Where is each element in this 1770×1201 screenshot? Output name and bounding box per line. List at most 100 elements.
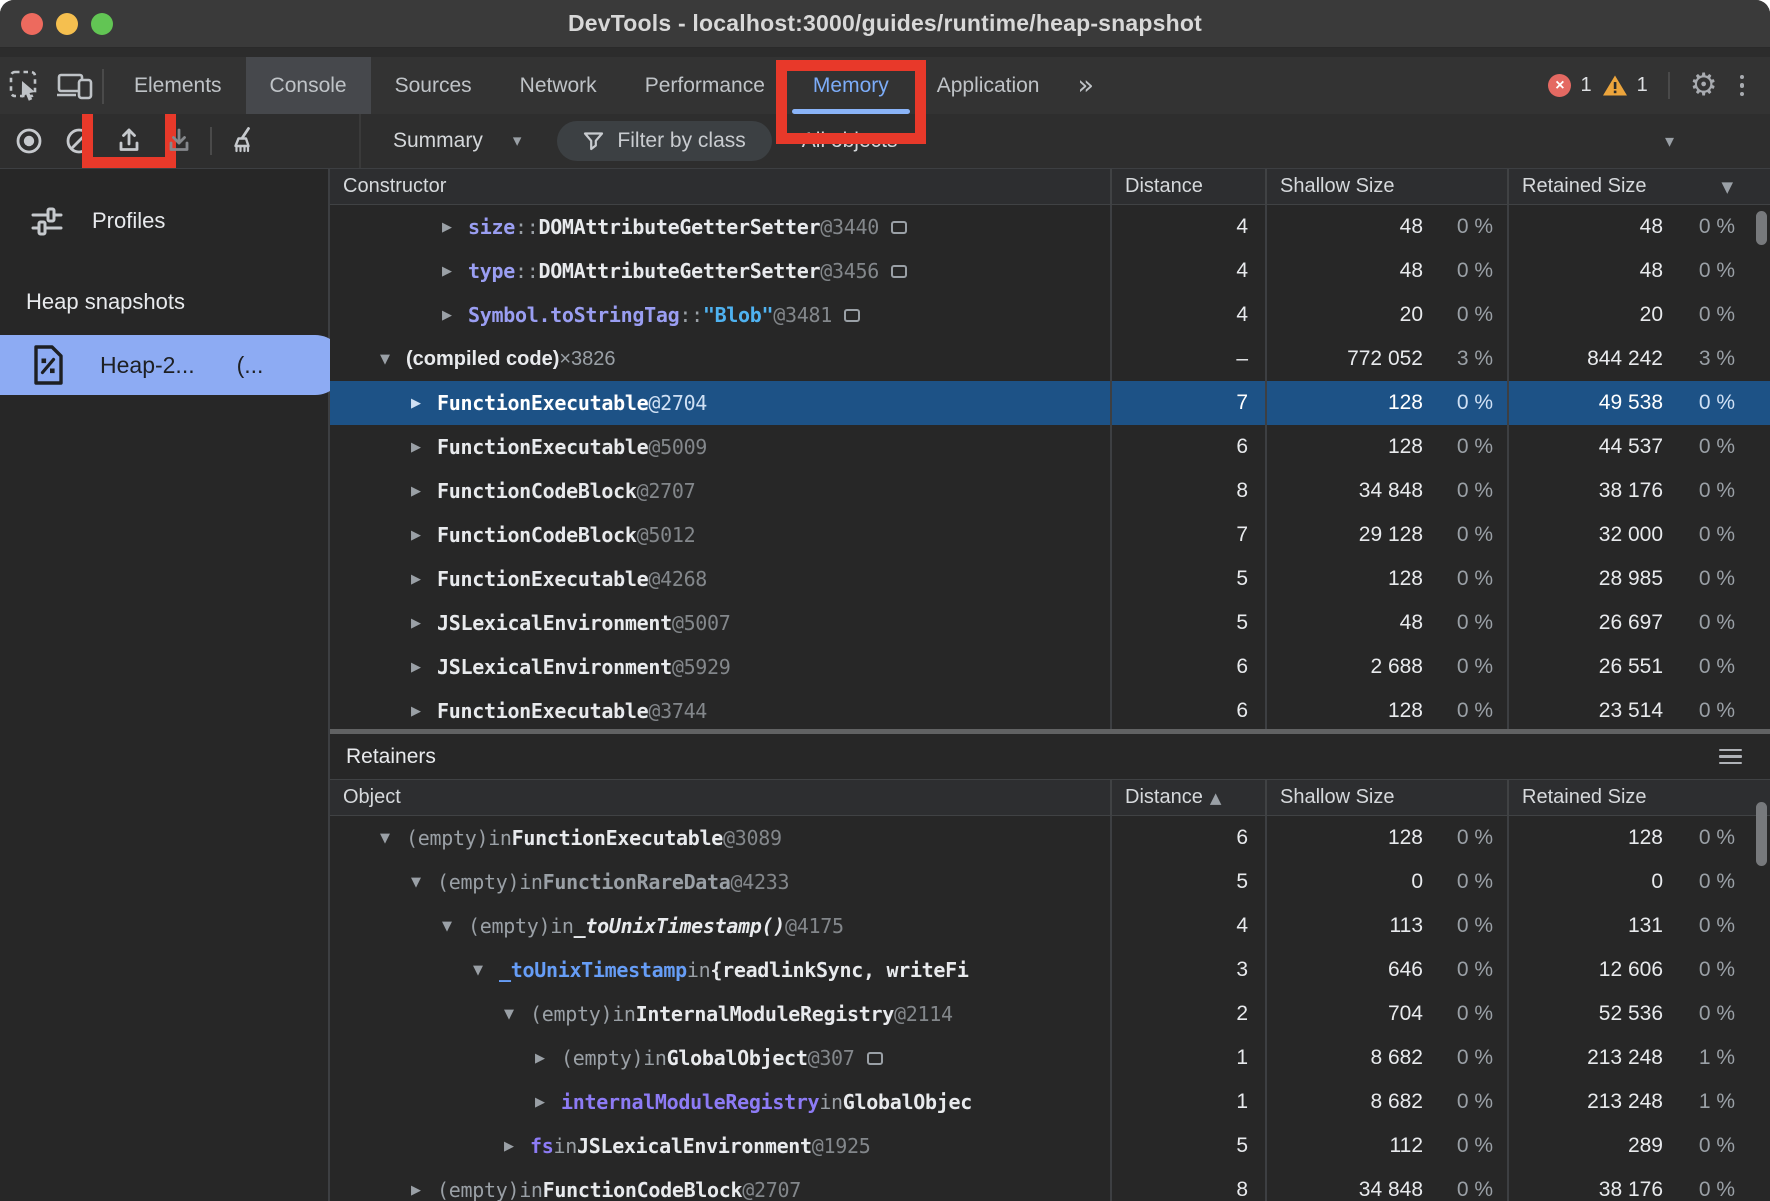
column-header-distance[interactable]: Distance▲ [1110, 780, 1265, 815]
collapse-arrow-icon[interactable]: ▶ [411, 396, 437, 411]
row-name-cell: ▶FunctionExecutable @5009 [330, 425, 1110, 469]
panel-chevron-down-icon[interactable]: ▾ [1665, 131, 1674, 152]
retainer-row[interactable]: ▼_toUnixTimestamp in {readlinkSync, writ… [330, 948, 1770, 992]
collapse-arrow-icon[interactable]: ▶ [411, 616, 437, 631]
name-segment: @3089 [723, 826, 782, 850]
tab-application[interactable]: Application [913, 57, 1064, 114]
constructor-row[interactable]: ▶JSLexicalEnvironment @592962 6880 %26 5… [330, 645, 1770, 689]
collapse-arrow-icon[interactable]: ▶ [411, 660, 437, 675]
class-filter-input[interactable]: Filter by class [557, 121, 771, 161]
constructor-row[interactable]: ▶FunctionCodeBlock @2707834 8480 %38 176… [330, 469, 1770, 513]
more-tabs-button[interactable]: » [1063, 57, 1108, 114]
collapse-arrow-icon[interactable]: ▶ [411, 704, 437, 719]
heap-snapshot-item-selected[interactable]: Heap-2... (... [0, 335, 345, 395]
warning-badge[interactable]: 1 [1602, 74, 1648, 97]
customize-devtools-button[interactable] [1728, 75, 1757, 97]
reveal-object-icon[interactable] [891, 221, 907, 234]
clear-profiles-button[interactable] [54, 118, 104, 164]
name-segment: in [687, 958, 710, 982]
retainer-row[interactable]: ▶fs in JSLexicalEnvironment @192551120 %… [330, 1124, 1770, 1168]
load-profile-button[interactable] [104, 118, 154, 164]
column-header-distance[interactable]: Distance [1110, 169, 1265, 204]
collapse-arrow-icon[interactable]: ▶ [411, 528, 437, 543]
heap-snapshot-item-label: Heap-2... [100, 352, 195, 379]
hamburger-menu-icon[interactable] [1719, 749, 1742, 765]
size-value: 128 [1267, 826, 1423, 850]
expand-arrow-icon[interactable]: ▼ [473, 963, 499, 978]
row-name-cell: ▶FunctionExecutable @3744 [330, 689, 1110, 729]
inspect-element-button[interactable] [0, 57, 50, 114]
reveal-object-icon[interactable] [867, 1052, 883, 1065]
tab-memory[interactable]: Memory [789, 57, 913, 114]
expand-arrow-icon[interactable]: ▼ [380, 831, 406, 846]
retainer-row[interactable]: ▶(empty) in GlobalObject @30718 6820 %21… [330, 1036, 1770, 1080]
constructor-row[interactable]: ▶FunctionExecutable @270471280 %49 5380 … [330, 381, 1770, 425]
size-percent: 1 % [1663, 1090, 1753, 1114]
tab-sources[interactable]: Sources [371, 57, 496, 114]
column-header-retained-size[interactable]: Retained Size▼ [1507, 169, 1753, 204]
settings-button[interactable]: ⚙ [1690, 70, 1718, 101]
scrollbar-thumb[interactable] [1756, 211, 1767, 245]
shallow-size-cell: 34 8480 % [1265, 469, 1507, 513]
collapse-arrow-icon[interactable]: ▶ [535, 1095, 561, 1110]
column-header-shallow-size[interactable]: Shallow Size [1265, 169, 1507, 204]
constructor-row[interactable]: ▶FunctionExecutable @374461280 %23 5140 … [330, 689, 1770, 729]
retainer-row[interactable]: ▶(empty) in FunctionCodeBlock @2707834 8… [330, 1168, 1770, 1201]
reveal-object-icon[interactable] [844, 309, 860, 322]
collapse-arrow-icon[interactable]: ▶ [504, 1139, 530, 1154]
constructor-row[interactable]: ▶FunctionExecutable @426851280 %28 9850 … [330, 557, 1770, 601]
save-profile-button[interactable] [154, 118, 204, 164]
tab-network[interactable]: Network [496, 57, 621, 114]
retainer-row[interactable]: ▼(empty) in InternalModuleRegistry @2114… [330, 992, 1770, 1036]
zoom-window-button[interactable] [91, 13, 113, 35]
start-heap-snapshot-button[interactable] [4, 118, 54, 164]
expand-arrow-icon[interactable]: ▼ [380, 352, 406, 367]
constructor-row[interactable]: ▶FunctionExecutable @500961280 %44 5370 … [330, 425, 1770, 469]
clear-console-button[interactable] [218, 118, 268, 164]
name-segment: FunctionExecutable [512, 826, 723, 850]
shallow-size-cell: 1280 % [1265, 689, 1507, 729]
error-badge[interactable]: × 1 [1548, 74, 1591, 97]
device-toolbar-button[interactable] [50, 57, 100, 114]
name-segment: FunctionExecutable [437, 699, 648, 723]
collapse-arrow-icon[interactable]: ▶ [442, 264, 468, 279]
selected-tab-underline [792, 109, 910, 114]
constructor-row[interactable]: ▶Symbol.toStringTag :: "Blob" @34814200 … [330, 293, 1770, 337]
collapse-arrow-icon[interactable]: ▶ [411, 484, 437, 499]
close-window-button[interactable] [21, 13, 43, 35]
constructor-row[interactable]: ▼(compiled code) ×3826–772 0523 %844 242… [330, 337, 1770, 381]
scrollbar-thumb[interactable] [1756, 802, 1767, 866]
column-header-object[interactable]: Object [330, 780, 1110, 815]
expand-arrow-icon[interactable]: ▼ [442, 919, 468, 934]
collapse-arrow-icon[interactable]: ▶ [411, 440, 437, 455]
collapse-arrow-icon[interactable]: ▶ [442, 220, 468, 235]
constructor-row[interactable]: ▶size :: DOMAttributeGetterSetter @34404… [330, 205, 1770, 249]
perspective-select[interactable]: Summary ▾ [393, 129, 521, 153]
row-name-cell: ▶(empty) in FunctionCodeBlock @2707 [330, 1168, 1110, 1201]
minimize-window-button[interactable] [56, 13, 78, 35]
constructor-row[interactable]: ▶FunctionCodeBlock @5012729 1280 %32 000… [330, 513, 1770, 557]
row-name-cell: ▼(compiled code) ×3826 [330, 337, 1110, 381]
tab-performance[interactable]: Performance [621, 57, 789, 114]
retainer-row[interactable]: ▶internalModuleRegistry in GlobalObjec18… [330, 1080, 1770, 1124]
tab-elements[interactable]: Elements [110, 57, 246, 114]
size-percent: 0 % [1423, 1178, 1507, 1201]
constructor-row[interactable]: ▶type :: DOMAttributeGetterSetter @34564… [330, 249, 1770, 293]
column-header-retained-size[interactable]: Retained Size [1507, 780, 1753, 815]
distance-cell: 4 [1110, 205, 1265, 249]
tab-console[interactable]: Console [246, 57, 371, 114]
retainer-row[interactable]: ▼(empty) in FunctionRareData @4233500 %0… [330, 860, 1770, 904]
expand-arrow-icon[interactable]: ▼ [411, 875, 437, 890]
collapse-arrow-icon[interactable]: ▶ [442, 308, 468, 323]
column-header-constructor[interactable]: Constructor [330, 169, 1110, 204]
column-header-shallow-size[interactable]: Shallow Size [1265, 780, 1507, 815]
base-snapshot-select[interactable]: All objects [802, 129, 898, 153]
collapse-arrow-icon[interactable]: ▶ [535, 1051, 561, 1066]
collapse-arrow-icon[interactable]: ▶ [411, 1183, 437, 1198]
expand-arrow-icon[interactable]: ▼ [504, 1007, 530, 1022]
constructor-row[interactable]: ▶JSLexicalEnvironment @50075480 %26 6970… [330, 601, 1770, 645]
reveal-object-icon[interactable] [891, 265, 907, 278]
retainer-row[interactable]: ▼(empty) in FunctionExecutable @30896128… [330, 816, 1770, 860]
collapse-arrow-icon[interactable]: ▶ [411, 572, 437, 587]
retainer-row[interactable]: ▼(empty) in _toUnixTimestamp() @41754113… [330, 904, 1770, 948]
